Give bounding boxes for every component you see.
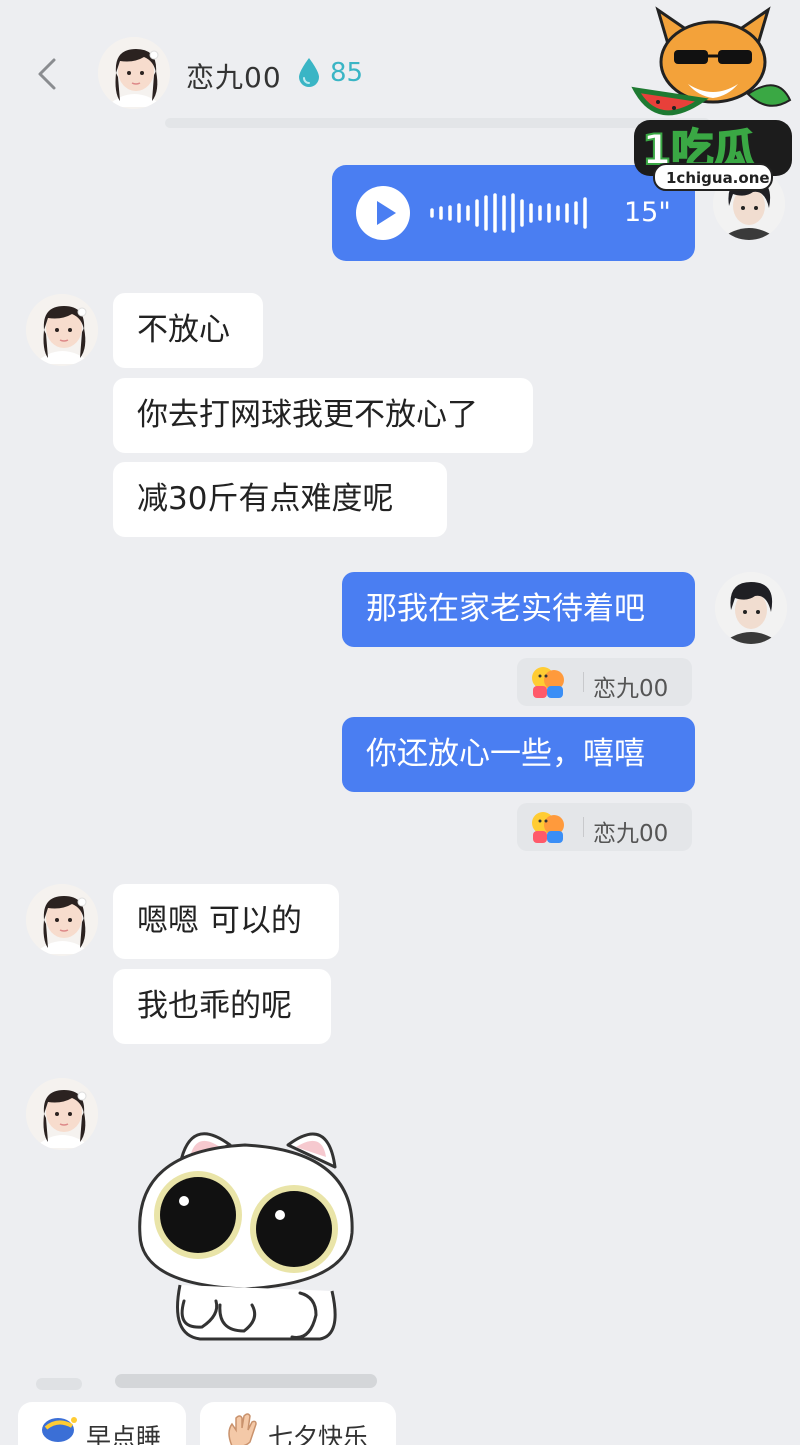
quick-reply-label: 七夕快乐 (268, 1423, 369, 1445)
message-bubble-outgoing[interactable]: 那我在家老实待着吧 (342, 572, 695, 647)
hug-emoji-icon (532, 667, 564, 698)
girl-avatar-icon (98, 37, 170, 109)
message-bubble-incoming[interactable]: 嗯嗯 可以的 (113, 884, 339, 959)
play-icon (377, 201, 396, 225)
watermark-logo-icon: 1吃瓜 1chigua.one (631, 6, 792, 191)
chevron-left-icon (38, 58, 56, 90)
contact-avatar[interactable] (26, 294, 98, 366)
watermark-site: 1chigua.one (666, 169, 770, 187)
boy-avatar-icon (715, 572, 787, 644)
message-bubble-incoming[interactable]: 减30斤有点难度呢 (113, 462, 447, 537)
intimacy-count: 85 (330, 58, 364, 88)
reaction-chip[interactable]: 恋九00 (517, 658, 692, 706)
moon-icon (42, 1417, 77, 1442)
message-peek (115, 1374, 377, 1388)
play-button[interactable] (356, 186, 410, 240)
my-avatar[interactable] (715, 572, 787, 644)
message-bubble-incoming[interactable]: 不放心 (113, 293, 263, 368)
avatar-peek (36, 1378, 82, 1390)
chat-screen: 恋九00 85 15" 不放心 你去打网球我更不放心了 减30斤有点难度呢 那我… (0, 0, 800, 1445)
reaction-separator (583, 817, 584, 837)
quick-reply-button[interactable]: 早点睡 (18, 1402, 186, 1445)
water-drop-icon (299, 58, 319, 87)
reaction-user-name: 恋九00 (593, 676, 669, 702)
wave-hand-icon (228, 1413, 257, 1445)
reaction-user-name: 恋九00 (593, 821, 669, 847)
cat-sticker-icon[interactable] (120, 1105, 370, 1355)
quick-reply-button[interactable]: 七夕快乐 (200, 1402, 396, 1445)
girl-avatar-icon (26, 1078, 98, 1150)
contact-avatar[interactable] (98, 37, 170, 109)
contact-avatar[interactable] (26, 884, 98, 956)
reaction-separator (583, 672, 584, 692)
girl-avatar-icon (26, 294, 98, 366)
message-bubble-incoming[interactable]: 我也乖的呢 (113, 969, 331, 1044)
voice-waveform (430, 193, 587, 233)
reaction-chip[interactable]: 恋九00 (517, 803, 692, 851)
contact-avatar[interactable] (26, 1078, 98, 1150)
message-bubble-incoming[interactable]: 你去打网球我更不放心了 (113, 378, 533, 453)
back-button[interactable] (28, 52, 68, 96)
hug-emoji-icon (532, 812, 564, 843)
girl-avatar-icon (26, 884, 98, 956)
quick-reply-label: 早点睡 (86, 1423, 162, 1445)
message-bubble-outgoing[interactable]: 你还放心一些，嘻嘻 (342, 717, 695, 792)
contact-name: 恋九00 (186, 61, 282, 94)
